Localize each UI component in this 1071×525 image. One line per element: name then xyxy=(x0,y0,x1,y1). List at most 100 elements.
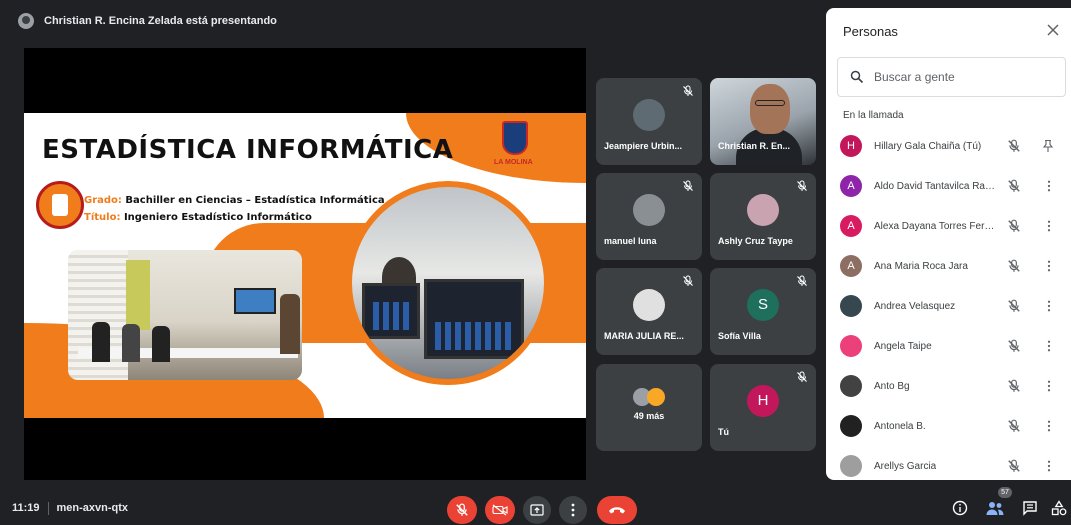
titulo-key: Título: xyxy=(84,212,121,223)
participant-name: Jeampiere Urbin... xyxy=(604,141,683,151)
more-vert-icon[interactable] xyxy=(1044,259,1054,273)
mic-off-icon xyxy=(1007,219,1021,233)
mic-off-icon xyxy=(1007,459,1021,473)
participant-name: Aldo David Tantavilca Raz... xyxy=(874,180,996,192)
presentation-stage[interactable]: ESTADÍSTICA INFORMÁTICA LA MOLINA Grado:… xyxy=(24,48,586,480)
participant-tile[interactable]: Ashly Cruz Taype xyxy=(710,173,816,260)
participant-avatar: H xyxy=(840,135,862,157)
faculty-seal-icon xyxy=(36,181,84,229)
participant-tile[interactable]: Jeampiere Urbin... xyxy=(596,78,702,165)
participant-row[interactable]: H Hillary Gala Chaiña (Tú) xyxy=(826,126,1071,166)
participant-tile[interactable]: manuel luna xyxy=(596,173,702,260)
activities-icon xyxy=(1051,500,1067,516)
university-crest-icon xyxy=(502,121,528,155)
hang-up-icon xyxy=(609,507,625,514)
participant-avatar xyxy=(747,193,779,226)
participant-name: Anto Bg xyxy=(874,380,910,392)
participant-avatar xyxy=(840,335,862,357)
participant-tile[interactable]: S Sofía Villa xyxy=(710,268,816,355)
participant-row[interactable]: Antonela B. xyxy=(826,406,1071,446)
people-icon xyxy=(986,502,1004,515)
people-button[interactable] xyxy=(985,498,1005,518)
participant-avatar xyxy=(633,193,665,226)
more-vert-icon[interactable] xyxy=(1044,379,1054,393)
participant-row[interactable]: Angela Taipe xyxy=(826,326,1071,366)
participant-name: Alexa Dayana Torres Fern... xyxy=(874,220,996,232)
chat-button[interactable] xyxy=(1020,498,1040,518)
presenter-bar: Christian R. Encina Zelada está presenta… xyxy=(0,0,826,42)
activities-button[interactable] xyxy=(1049,498,1069,518)
participant-avatar xyxy=(840,455,862,477)
participant-row[interactable]: Anto Bg xyxy=(826,366,1071,406)
presenter-text: Christian R. Encina Zelada está presenta… xyxy=(44,15,277,27)
people-panel: Personas En la llamada H Hillary Gala Cha… xyxy=(826,8,1071,480)
computer-lab-photo xyxy=(346,181,550,385)
more-vert-icon[interactable] xyxy=(1044,419,1054,433)
pin-icon[interactable] xyxy=(1041,139,1055,153)
participant-row[interactable]: A Alexa Dayana Torres Fern... xyxy=(826,206,1071,246)
more-vert-icon[interactable] xyxy=(1044,219,1054,233)
grado-value: Bachiller en Ciencias – Estadística Info… xyxy=(125,195,385,206)
participant-avatar xyxy=(633,98,665,131)
meeting-details-button[interactable] xyxy=(950,498,970,518)
titulo-value: Ingeniero Estadístico Informático xyxy=(123,212,312,223)
present-button[interactable] xyxy=(523,496,551,524)
more-vert-icon[interactable] xyxy=(1044,299,1054,313)
participant-count-badge: 57 xyxy=(998,487,1012,498)
camera-toggle-button[interactable] xyxy=(485,496,515,524)
group-avatars-icon xyxy=(629,381,669,413)
close-icon[interactable] xyxy=(1045,22,1061,38)
mic-off-icon xyxy=(797,180,807,191)
bottom-bar: 11:19 men-axvn-qtx xyxy=(0,490,1071,525)
participant-avatar xyxy=(840,295,862,317)
more-vert-icon[interactable] xyxy=(1044,339,1054,353)
participant-name: Andrea Velasquez xyxy=(874,300,956,312)
participant-row[interactable]: A Ana Maria Roca Jara xyxy=(826,246,1071,286)
participant-avatar: A xyxy=(840,215,862,237)
meeting-code[interactable]: men-axvn-qtx xyxy=(57,502,129,515)
participant-video-tile[interactable]: Christian R. En... xyxy=(710,78,816,165)
more-options-button[interactable] xyxy=(559,496,587,524)
grado-key: Grado: xyxy=(84,195,122,206)
mic-off-icon xyxy=(1007,139,1021,153)
participant-name: Ana Maria Roca Jara xyxy=(874,260,968,272)
presentation-slide: ESTADÍSTICA INFORMÁTICA LA MOLINA Grado:… xyxy=(24,113,586,418)
self-tile[interactable]: H Tú xyxy=(710,364,816,451)
mic-off-icon xyxy=(1007,379,1021,393)
panel-title: Personas xyxy=(843,24,898,39)
slide-titulo-line: Título: Ingeniero Estadístico Informátic… xyxy=(84,212,312,223)
mic-off-icon xyxy=(1007,179,1021,193)
meet-window: Christian R. Encina Zelada está presenta… xyxy=(0,0,1071,525)
mic-off-icon xyxy=(1007,299,1021,313)
presenter-avatar xyxy=(18,13,34,29)
meeting-info: 11:19 men-axvn-qtx xyxy=(12,502,128,515)
classroom-photo xyxy=(68,250,302,380)
participant-name: Arellys Garcia xyxy=(874,460,937,472)
mic-off-icon xyxy=(797,371,807,382)
info-icon xyxy=(952,500,968,516)
participant-avatar: A xyxy=(840,175,862,197)
more-vert-icon xyxy=(571,503,575,517)
mic-toggle-button[interactable] xyxy=(447,496,477,524)
participant-row[interactable]: A Aldo David Tantavilca Raz... xyxy=(826,166,1071,206)
search-box[interactable] xyxy=(837,57,1066,97)
mic-off-icon xyxy=(797,275,807,286)
search-icon xyxy=(850,70,864,84)
participant-avatar: A xyxy=(840,255,862,277)
leave-call-button[interactable] xyxy=(597,496,637,524)
self-avatar: H xyxy=(747,384,779,417)
more-vert-icon[interactable] xyxy=(1044,459,1054,473)
participant-name: Tú xyxy=(718,427,729,437)
more-participants-tile[interactable]: 49 más xyxy=(596,364,702,451)
search-input[interactable] xyxy=(874,70,1054,84)
participant-tile[interactable]: MARIA JULIA RE... xyxy=(596,268,702,355)
slide-title: ESTADÍSTICA INFORMÁTICA xyxy=(42,135,454,165)
participant-row[interactable]: Arellys Garcia xyxy=(826,446,1071,486)
participant-name: manuel luna xyxy=(604,236,657,246)
more-vert-icon[interactable] xyxy=(1044,179,1054,193)
participant-row[interactable]: Andrea Velasquez xyxy=(826,286,1071,326)
participant-name: Ashly Cruz Taype xyxy=(718,236,793,246)
mic-off-icon xyxy=(683,85,693,96)
present-screen-icon xyxy=(530,504,544,516)
participant-name: Hillary Gala Chaiña (Tú) xyxy=(874,140,982,152)
